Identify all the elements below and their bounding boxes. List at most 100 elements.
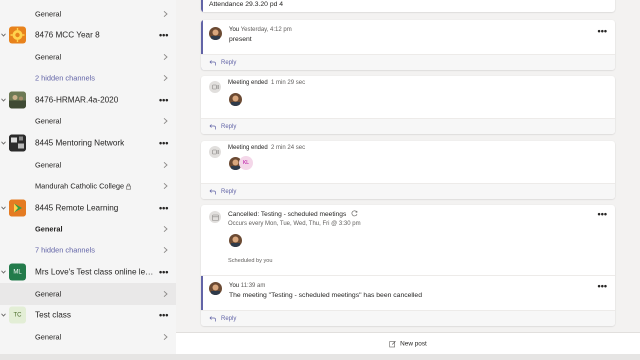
reply-arrow-icon — [209, 59, 216, 65]
chevron-right-icon — [163, 10, 168, 18]
post-card-partial: Attendance 29.3.20 pd 4 — [201, 0, 615, 12]
more-options-icon[interactable]: ••• — [159, 267, 168, 277]
chevron-right-icon — [163, 117, 168, 125]
reply-label: Reply — [221, 59, 237, 66]
reply-arrow-icon — [209, 315, 216, 321]
hidden-channels-label: 7 hidden channels — [35, 245, 95, 255]
more-options-icon[interactable]: ••• — [598, 27, 607, 36]
team-avatar-initials: ML — [9, 263, 26, 281]
channel-item[interactable]: General — [0, 326, 176, 348]
message-text: The meeting "Testing - scheduled meeting… — [229, 292, 422, 299]
nested-reply: You 11:39 am ••• The meeting "Testing - … — [201, 275, 615, 310]
channel-label: General — [35, 52, 62, 62]
message-text: present — [229, 36, 252, 43]
scheduled-meeting-card: Cancelled: Testing - scheduled meetings … — [201, 205, 615, 326]
message-author: You — [229, 283, 240, 289]
more-options-icon[interactable]: ••• — [598, 210, 607, 219]
new-post-button[interactable]: New post — [389, 340, 427, 347]
meeting-status: Meeting ended — [228, 80, 268, 86]
caret-down-icon — [1, 141, 6, 145]
team-name: 8445 Mentoring Network — [35, 138, 125, 148]
chevron-right-icon — [163, 182, 168, 190]
more-options-icon[interactable]: ••• — [159, 95, 168, 105]
meeting-icon — [209, 146, 221, 158]
team-avatar-photo — [9, 91, 26, 109]
team-avatar-photo — [9, 134, 26, 152]
user-avatar[interactable] — [209, 27, 222, 40]
channel-label: General — [35, 289, 62, 299]
participant-initials-avatar[interactable]: KL — [239, 156, 253, 170]
new-post-bar: New post — [176, 332, 640, 354]
hidden-channels-link[interactable]: 2 hidden channels — [0, 67, 176, 89]
meeting-duration: 2 min 24 sec — [271, 145, 306, 151]
meeting-duration: 1 min 29 sec — [271, 80, 306, 86]
team-avatar-initials: TC — [9, 306, 26, 324]
reply-button[interactable]: Reply — [201, 118, 615, 134]
chevron-right-icon — [163, 74, 168, 82]
new-post-label: New post — [400, 340, 427, 347]
channel-label: General — [35, 332, 62, 342]
caret-down-icon — [1, 313, 6, 317]
channel-label: General — [35, 9, 62, 19]
scheduled-by-text: Scheduled by you — [228, 258, 273, 264]
reply-message-card: You Yesterday, 4:12 pm ••• present Reply — [201, 20, 615, 70]
reply-label: Reply — [221, 188, 237, 195]
team-avatar-play-logo — [9, 199, 26, 217]
team-name: 8476-HRMAR.4a-2020 — [35, 95, 119, 105]
team-item-test-class[interactable]: TC Test class ••• — [0, 302, 176, 328]
team-avatar-gear-logo — [9, 26, 26, 44]
reply-label: Reply — [221, 315, 237, 322]
channel-label: General — [35, 224, 63, 234]
meeting-ended-card: Meeting ended 1 min 29 sec Reply — [201, 76, 615, 134]
channel-label: General — [35, 116, 62, 126]
chevron-right-icon — [163, 290, 168, 298]
channel-item[interactable]: General — [0, 154, 176, 176]
channel-item[interactable]: General — [0, 110, 176, 132]
message-author: You — [229, 27, 240, 33]
reply-label: Reply — [221, 123, 237, 130]
participant-avatar[interactable] — [229, 234, 242, 247]
team-name: Test class — [35, 310, 71, 320]
team-item-8445-mentoring-network[interactable]: 8445 Mentoring Network ••• — [0, 130, 176, 156]
channel-item-private[interactable]: Mandurah Catholic College — [0, 175, 176, 197]
participant-avatar[interactable] — [229, 93, 242, 106]
hidden-channels-label: 2 hidden channels — [35, 73, 95, 83]
reply-arrow-icon — [209, 188, 216, 194]
calendar-icon — [209, 211, 221, 223]
lock-icon — [126, 183, 131, 190]
more-options-icon[interactable]: ••• — [159, 310, 168, 320]
caret-down-icon — [1, 33, 6, 37]
caret-down-icon — [1, 206, 6, 210]
team-name: 8476 MCC Year 8 — [35, 30, 100, 40]
window-bottom-edge — [0, 354, 640, 360]
meeting-title: Cancelled: Testing - scheduled meetings — [228, 211, 347, 218]
reply-button[interactable]: Reply — [201, 54, 615, 70]
meeting-icon — [209, 81, 221, 93]
channel-item-unread[interactable]: General — [0, 218, 176, 240]
hidden-channels-link[interactable]: 7 hidden channels — [0, 239, 176, 261]
team-item-8476-mcc-year-8[interactable]: 8476 MCC Year 8 ••• — [0, 22, 176, 48]
more-options-icon[interactable]: ••• — [598, 282, 607, 291]
chevron-right-icon — [163, 161, 168, 169]
post-accent-bar — [201, 276, 203, 310]
channel-item[interactable]: General — [0, 46, 176, 68]
reply-button[interactable]: Reply — [201, 183, 615, 199]
chevron-right-icon — [163, 53, 168, 61]
message-timestamp: 11:39 am — [240, 283, 266, 289]
reply-button[interactable]: Reply — [201, 310, 615, 326]
caret-down-icon — [1, 98, 6, 102]
user-avatar[interactable] — [209, 282, 222, 295]
compose-icon — [389, 340, 396, 347]
team-item-mrs-loves-test-class[interactable]: ML Mrs Love's Test class online lea... •… — [0, 259, 176, 285]
channel-posts-feed: Attendance 29.3.20 pd 4 You Yesterday, 4… — [176, 0, 640, 360]
chevron-right-icon — [163, 225, 168, 233]
more-options-icon[interactable]: ••• — [159, 30, 168, 40]
message-timestamp: Yesterday, 4:12 pm — [240, 27, 292, 33]
team-name: 8445 Remote Learning — [35, 203, 119, 213]
meeting-status: Meeting ended — [228, 145, 268, 151]
meeting-ended-card: Meeting ended 2 min 24 sec KL Reply — [201, 141, 615, 199]
channel-label: General — [35, 160, 62, 170]
more-options-icon[interactable]: ••• — [159, 138, 168, 148]
more-options-icon[interactable]: ••• — [159, 203, 168, 213]
caret-down-icon — [1, 270, 6, 274]
